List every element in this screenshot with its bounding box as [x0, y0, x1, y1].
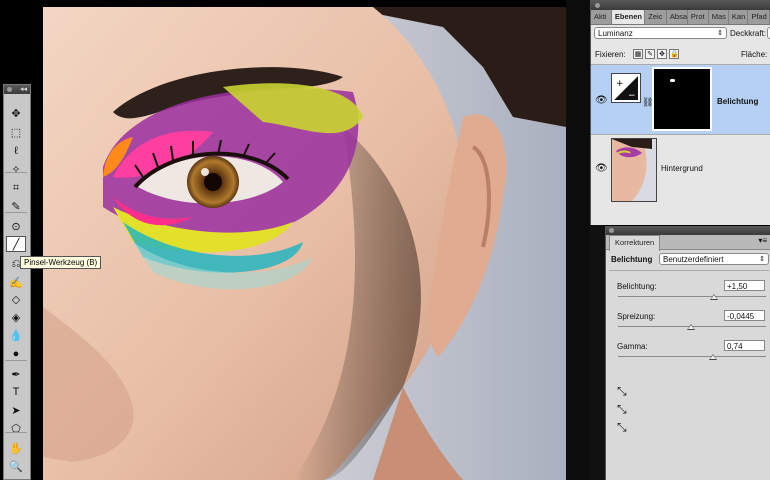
tab-pfad[interactable]: Pfad: [748, 10, 770, 24]
lock-all-icon[interactable]: 🔒: [669, 49, 679, 59]
layer-thumbnail: [611, 138, 657, 202]
adjustment-layer-icon: + −: [611, 73, 641, 103]
slider-thumb[interactable]: [708, 354, 717, 360]
blur-icon[interactable]: 💧: [6, 327, 26, 343]
tab-akti[interactable]: Akti: [591, 10, 612, 24]
divider: [609, 270, 769, 271]
close-icon[interactable]: [595, 3, 600, 8]
tool-separator: [5, 360, 27, 361]
slider-label: Gamma:: [617, 342, 648, 351]
lasso-icon[interactable]: ℓ: [6, 143, 26, 159]
adjustments-panel-titlebar[interactable]: [606, 226, 770, 235]
tab-kan[interactable]: Kan: [729, 10, 749, 24]
layer-row-hintergrund[interactable]: 👁 Hintergrund: [591, 134, 770, 204]
select-arrow-icon: ⇕: [759, 256, 765, 263]
slider-thumb[interactable]: [686, 324, 695, 330]
layers-panel: Akti Ebenen Zeic Absa Prot Mas Kan Pfad Luminan…: [590, 0, 770, 225]
eraser-icon[interactable]: ◇: [6, 291, 26, 307]
close-icon[interactable]: [7, 87, 12, 92]
shape-icon[interactable]: ⬠: [6, 420, 26, 436]
magic-wand-icon[interactable]: ✧: [6, 161, 26, 177]
close-icon[interactable]: [609, 228, 614, 233]
tab-prot[interactable]: Prot: [688, 10, 709, 24]
fill-icon[interactable]: ◈: [6, 309, 26, 325]
slider-value-field[interactable]: 0,74: [724, 340, 765, 351]
layer-name: Hintergrund: [661, 164, 703, 173]
eye-icon[interactable]: 👁: [595, 163, 608, 174]
eye-icon[interactable]: 👁: [595, 95, 608, 106]
tab-absa[interactable]: Absa: [667, 10, 688, 24]
lock-label: Fixieren:: [595, 50, 626, 59]
layer-row-belichtung[interactable]: 👁 + − ⛓ Belichtung: [591, 64, 770, 134]
history-brush-icon[interactable]: ✍: [6, 274, 26, 290]
tools-panel-titlebar[interactable]: ◂◂: [4, 85, 30, 94]
collapse-icon[interactable]: ◂◂: [20, 85, 27, 93]
layer-name: Belichtung: [717, 97, 759, 106]
lock-transparency-icon[interactable]: ▦: [633, 49, 643, 59]
preset-select[interactable]: Benutzerdefiniert ⇕: [659, 253, 769, 265]
slider-label: Spreizung:: [617, 312, 656, 321]
spot-heal-icon[interactable]: ⊙: [6, 218, 26, 234]
slider-track[interactable]: [618, 296, 766, 297]
pen-icon[interactable]: ✒: [6, 366, 26, 382]
lock-image-icon[interactable]: ✎: [645, 49, 655, 59]
slider-value-field[interactable]: +1,50: [724, 280, 765, 291]
tool-separator: [5, 172, 27, 173]
slider-label: Belichtung:: [617, 282, 657, 291]
blend-mode-select[interactable]: Luminanz ⇕: [594, 27, 727, 39]
crop-icon[interactable]: ⌗: [6, 180, 26, 196]
fill-label: Fläche:: [741, 50, 768, 59]
portrait-photo: [43, 7, 566, 480]
blend-mode-value: Luminanz: [598, 29, 633, 38]
tab-ebenen[interactable]: Ebenen: [611, 10, 646, 24]
adjustment-type-label: Belichtung: [611, 255, 653, 264]
panel-gutter: [590, 225, 605, 480]
svg-text:+: +: [616, 79, 624, 89]
lock-position-icon[interactable]: ✥: [657, 49, 667, 59]
adjustments-panel: Korrekturen ▾≡ Belichtung Benutzerdefini…: [605, 226, 770, 480]
slider-value-field[interactable]: -0,0445: [724, 310, 765, 321]
tool-separator: [5, 432, 27, 433]
svg-text:−: −: [628, 91, 636, 101]
path-select-icon[interactable]: ➤: [6, 402, 26, 418]
opacity-label: Deckkraft:: [730, 29, 767, 38]
zoom-icon[interactable]: 🔍: [6, 458, 26, 474]
marquee-icon[interactable]: ⬚: [6, 124, 26, 140]
move-icon[interactable]: ✥: [6, 105, 26, 121]
select-arrow-icon: ⇕: [717, 30, 723, 37]
brush-icon[interactable]: ╱: [6, 236, 26, 252]
hand-icon[interactable]: ✋: [6, 440, 26, 456]
slider-track[interactable]: [618, 356, 766, 357]
panel-menu-icon[interactable]: ▾≡: [758, 236, 767, 245]
tool-separator: [5, 212, 27, 213]
tab-zeic[interactable]: Zeic: [645, 10, 667, 24]
tooltip: Pinsel-Werkzeug (B): [20, 256, 102, 269]
layers-panel-titlebar[interactable]: [591, 0, 770, 10]
type-icon[interactable]: T: [6, 384, 26, 400]
tab-mas[interactable]: Mas: [709, 10, 729, 24]
tab-korrekturen[interactable]: Korrekturen: [609, 235, 661, 251]
panel-tabs: Akti Ebenen Zeic Absa Prot Mas Kan Pfad: [591, 10, 770, 25]
eyedropper-white-icon[interactable]: ⤡: [617, 420, 627, 435]
preset-value: Benutzerdefiniert: [663, 255, 724, 264]
canvas-gutter: [566, 0, 590, 480]
document-canvas[interactable]: [43, 7, 566, 480]
eyedropper-black-icon[interactable]: ⤡: [617, 384, 627, 399]
eyedropper-gray-icon[interactable]: ⤡: [617, 402, 627, 417]
layer-mask-thumbnail[interactable]: [652, 67, 712, 131]
slider-thumb[interactable]: [710, 294, 719, 300]
